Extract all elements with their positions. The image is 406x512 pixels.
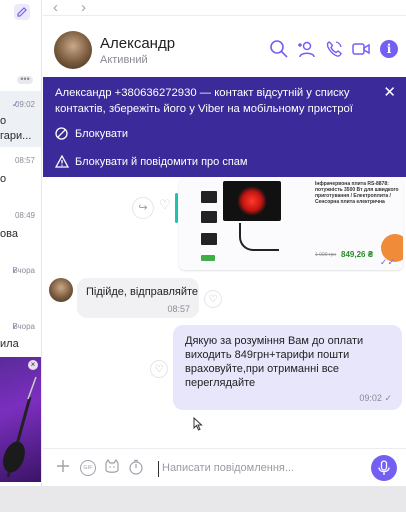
message-time: 08:57 [167,304,190,314]
chat-list-sidebar: ••• ✓ 09:02 о гари... 08:57 о 08:49 ова … [0,0,42,486]
chat-list-preview: о [0,115,7,127]
incoming-message[interactable]: Підійде, відправляйте 08:57 [77,278,199,318]
block-icon [55,127,68,140]
sent-check-icon: ✓ [384,393,392,403]
plus-icon[interactable] [56,459,70,473]
message-list: ↪ ♡ Інфрачервона плита RS-8878: потужніс… [43,177,406,448]
product-thumbnail [201,233,217,245]
mouse-cursor-icon [193,416,203,434]
outgoing-message[interactable]: Дякую за розуміння Вам до оплати виходит… [173,325,402,410]
product-cord [239,223,279,251]
banner-message: Александр +380636272930 — контакт відсут… [55,87,353,115]
close-icon[interactable]: × [28,360,38,370]
sidebar-toolbar [0,0,41,26]
chat-list-preview: гари... [0,130,32,142]
chat-list-image-preview[interactable]: × [0,357,41,482]
voice-message-button[interactable] [371,455,397,481]
voice-call-icon[interactable] [324,39,344,59]
close-icon[interactable]: ✕ [383,83,396,101]
product-thumbnail [201,211,217,223]
chat-list-time: 09:02 [14,100,35,109]
chat-list-preview[interactable]: о [0,173,6,185]
message-text: Дякую за розуміння Вам до оплати виходит… [185,335,364,389]
timer-icon[interactable] [128,459,144,475]
image-message[interactable]: Інфрачервона плита RS-8878: потужність 3… [179,177,403,270]
product-old-price: 1 099 грн [315,252,337,258]
conversation-header: Александр Активний i [43,17,406,77]
back-arrow-icon[interactable]: ‹ [53,0,58,16]
sticker-icon[interactable] [104,459,120,475]
compose-button[interactable] [14,4,30,20]
product-price: 849,26 ₴ [341,250,374,259]
like-icon[interactable]: ♡ [150,360,168,378]
guitar-image-icon [3,376,37,478]
product-tag [201,255,215,261]
microphone-icon [378,460,390,475]
navigation-bar: ‹ › [43,0,406,16]
forward-arrow-icon[interactable]: › [81,0,86,16]
chat-list-time: Вчора [12,322,35,331]
block-button[interactable]: Блокувати [55,126,175,142]
contact-name[interactable]: Александр [100,35,175,52]
window-bottom-edge [0,486,406,512]
share-icon[interactable]: ↪ [132,197,154,219]
contact-status: Активний [100,54,148,66]
chat-list-time: 08:57 [14,156,35,165]
product-image [223,181,281,221]
warning-icon [55,155,69,168]
add-participant-icon[interactable] [296,39,316,59]
message-input[interactable]: Написати повідомлення... [158,461,358,477]
sender-avatar[interactable] [49,278,73,302]
video-call-icon[interactable] [351,39,371,59]
message-text: Підійде, відправляйте [86,286,199,298]
edit-icon [17,7,27,17]
chat-list-preview[interactable]: ила [0,338,19,350]
message-composer: GIF Написати повідомлення... [43,448,406,486]
message-time: 09:02 ✓ [359,393,392,403]
block-and-report-label: Блокувати й повідомити про спам [75,156,248,168]
product-thumbnail [201,191,217,203]
like-icon[interactable]: ♡ [159,197,171,213]
chat-list-preview[interactable]: ова [0,228,18,240]
info-icon[interactable]: i [380,40,398,58]
chat-list-time: Вчора [12,266,35,275]
gif-icon[interactable]: GIF [80,460,96,476]
product-title: Інфрачервона плита RS-8878: потужність 3… [315,181,399,205]
contact-avatar[interactable] [54,31,92,69]
unknown-contact-banner: Александр +380636272930 — контакт відсут… [43,77,406,177]
conversation-panel: ‹ › Александр Активний i Александр +3806… [43,0,406,486]
block-label: Блокувати [75,128,128,140]
chat-list-time: 08:49 [14,211,35,220]
search-icon[interactable] [269,39,289,59]
more-chats-indicator[interactable]: ••• [17,75,33,84]
like-icon[interactable]: ♡ [204,290,222,308]
message-accent-bar [175,193,178,223]
block-and-report-button[interactable]: Блокувати й повідомити про спам [55,154,285,170]
read-receipt-icon: ✓✓ [379,257,395,267]
